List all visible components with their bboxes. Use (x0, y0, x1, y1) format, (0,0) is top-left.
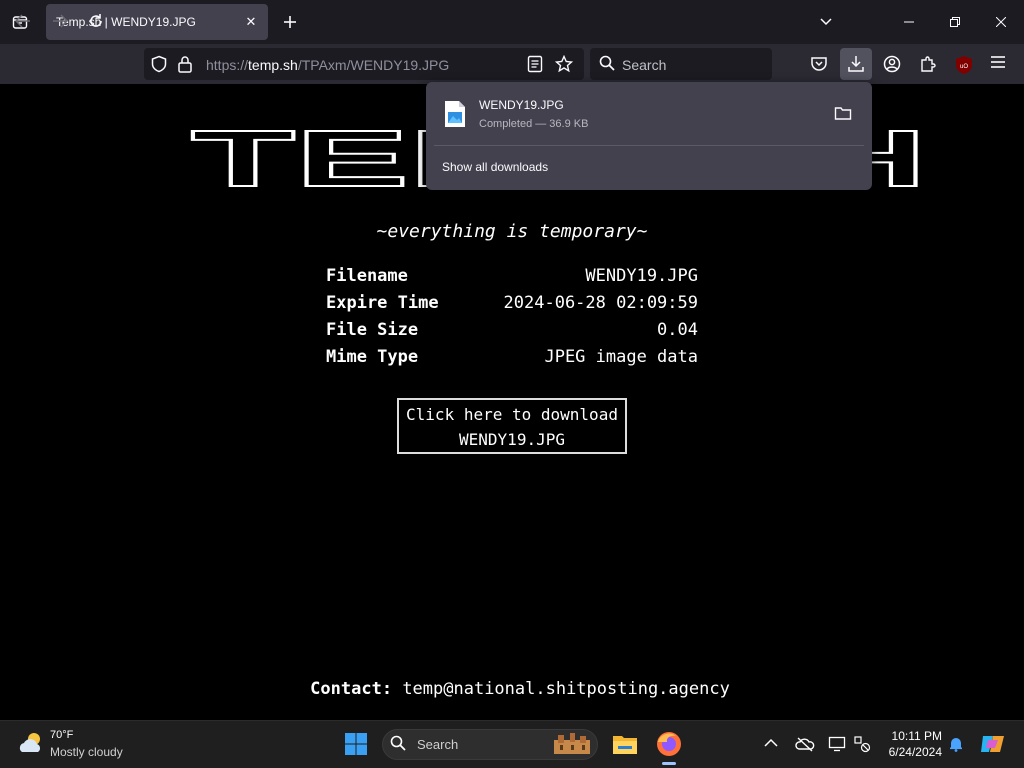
network-icon[interactable] (853, 735, 871, 753)
download-status: Completed — 36.9 KB (479, 118, 589, 130)
info-label: Mime Type (326, 347, 419, 367)
info-label: Expire Time (326, 293, 439, 313)
forward-arrow-icon[interactable] (47, 8, 73, 34)
minimize-icon[interactable] (886, 0, 932, 44)
image-file-icon (444, 100, 466, 128)
new-tab-icon[interactable] (278, 10, 302, 34)
chevron-up-icon[interactable] (764, 735, 780, 751)
download-link-line2: WENDY19.JPG (459, 430, 565, 449)
display-icon[interactable] (828, 735, 846, 753)
info-label: File Size (326, 320, 419, 340)
search-icon (599, 55, 617, 73)
weather-cloud-icon[interactable] (16, 730, 46, 758)
info-label: Filename (326, 266, 408, 286)
weather-temperature[interactable]: 70°F (50, 729, 73, 741)
onedrive-cloud-icon[interactable] (795, 736, 815, 752)
svg-text:uO: uO (960, 64, 968, 70)
reload-icon[interactable] (83, 8, 109, 34)
account-icon[interactable] (883, 55, 903, 75)
folder-icon[interactable] (834, 105, 854, 125)
info-value: JPEG image data (544, 347, 698, 367)
weather-description[interactable]: Mostly cloudy (50, 745, 123, 759)
search-icon (390, 735, 408, 753)
info-value: 0.04 (657, 320, 698, 340)
firefox-icon[interactable] (656, 731, 682, 757)
close-window-icon[interactable] (978, 0, 1024, 44)
info-row-expire-time: Expire Time 2024-06-28 02:09:59 (326, 290, 698, 317)
copilot-icon[interactable] (980, 732, 1006, 756)
ublock-origin-icon[interactable]: uO (955, 55, 973, 75)
downloads-button[interactable] (840, 48, 872, 80)
windows-start-icon[interactable] (344, 732, 368, 756)
divider (434, 145, 864, 146)
clock-date[interactable]: 6/24/2024 (880, 745, 942, 759)
contact-line: Contact: temp@national.shitposting.agenc… (0, 679, 1024, 699)
shield-icon[interactable] (150, 55, 170, 75)
file-explorer-icon[interactable] (612, 732, 638, 756)
contact-email[interactable]: temp@national.shitposting.agency (402, 679, 730, 699)
bookmark-star-icon[interactable] (554, 54, 575, 75)
search-highlight-icon (552, 732, 592, 756)
taskbar-search-placeholder: Search (417, 737, 459, 752)
pocket-icon[interactable] (810, 55, 830, 75)
show-all-downloads-link[interactable]: Show all downloads (442, 160, 548, 174)
notification-bell-icon[interactable] (948, 736, 964, 752)
download-link-line1: Click here to download (406, 405, 618, 424)
download-file-name[interactable]: WENDY19.JPG (479, 98, 564, 112)
active-app-indicator (662, 762, 676, 765)
info-row-file-size: File Size 0.04 (326, 317, 698, 344)
clock-time[interactable]: 10:11 PM (880, 729, 942, 743)
info-row-filename: Filename WENDY19.JPG (326, 263, 698, 290)
tagline: ~everything is temporary~ (376, 221, 648, 242)
info-value: WENDY19.JPG (585, 266, 698, 286)
info-row-mime-type: Mime Type JPEG image data (326, 344, 698, 371)
search-placeholder: Search (622, 57, 667, 73)
close-icon[interactable]: ✕ (242, 13, 260, 31)
search-bar[interactable] (590, 48, 772, 80)
extensions-puzzle-icon[interactable] (919, 55, 939, 75)
download-icon (848, 56, 864, 72)
restore-icon[interactable] (932, 0, 978, 44)
download-link-button[interactable]: Click here to download WENDY19.JPG (397, 398, 627, 454)
url-text[interactable]: https://temp.sh/TPAxm/WENDY19.JPG (206, 57, 449, 73)
back-arrow-icon[interactable] (10, 8, 36, 34)
reader-view-icon[interactable] (527, 55, 547, 75)
contact-label: Contact: (310, 679, 393, 699)
info-value: 2024-06-28 02:09:59 (503, 293, 698, 313)
hamburger-menu-icon[interactable] (990, 55, 1010, 75)
tab-active[interactable]: Temp.sh | WENDY19.JPG ✕ (46, 4, 268, 40)
file-info-table: Filename WENDY19.JPG Expire Time 2024-06-2… (326, 263, 698, 371)
lock-icon[interactable] (177, 55, 197, 75)
chevron-down-icon[interactable] (814, 10, 838, 34)
